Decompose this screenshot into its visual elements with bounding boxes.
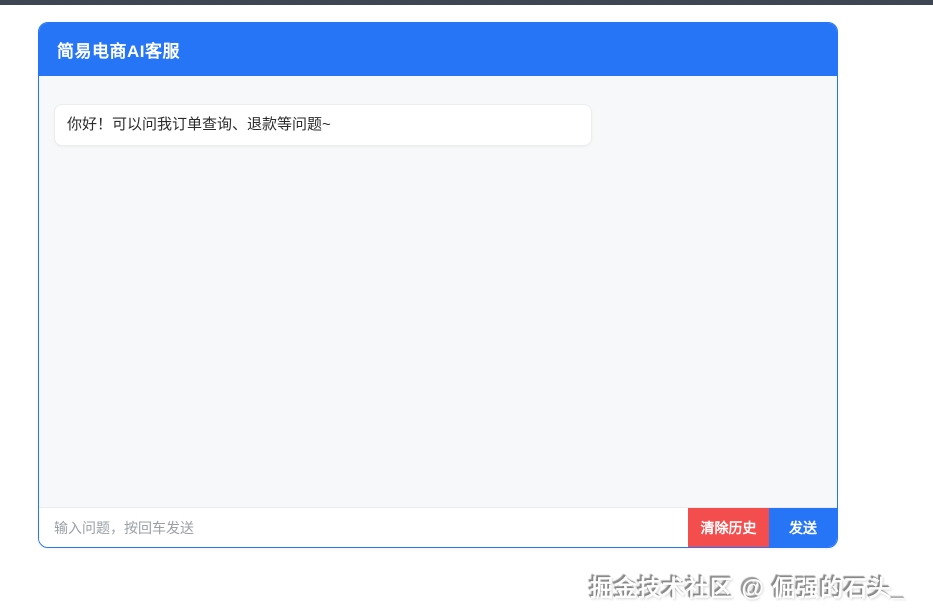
chat-input-bar: 清除历史 发送 <box>39 507 837 547</box>
bot-message-text: 你好！可以问我订单查询、退款等问题~ <box>67 116 331 133</box>
chat-widget-card: 简易电商AI客服 你好！可以问我订单查询、退款等问题~ 清除历史 发送 <box>38 22 838 548</box>
clear-history-button[interactable]: 清除历史 <box>688 508 769 547</box>
chat-title: 简易电商AI客服 <box>57 42 180 61</box>
window-top-strip <box>0 0 933 5</box>
question-input[interactable] <box>39 508 688 547</box>
bot-message-bubble: 你好！可以问我订单查询、退款等问题~ <box>54 104 592 146</box>
chat-header: 简易电商AI客服 <box>39 23 837 76</box>
chat-message-area: 你好！可以问我订单查询、退款等问题~ <box>39 76 837 507</box>
watermark-text: 掘金技术社区 @ 倔强的石头_ <box>590 575 906 601</box>
send-button[interactable]: 发送 <box>769 508 837 547</box>
